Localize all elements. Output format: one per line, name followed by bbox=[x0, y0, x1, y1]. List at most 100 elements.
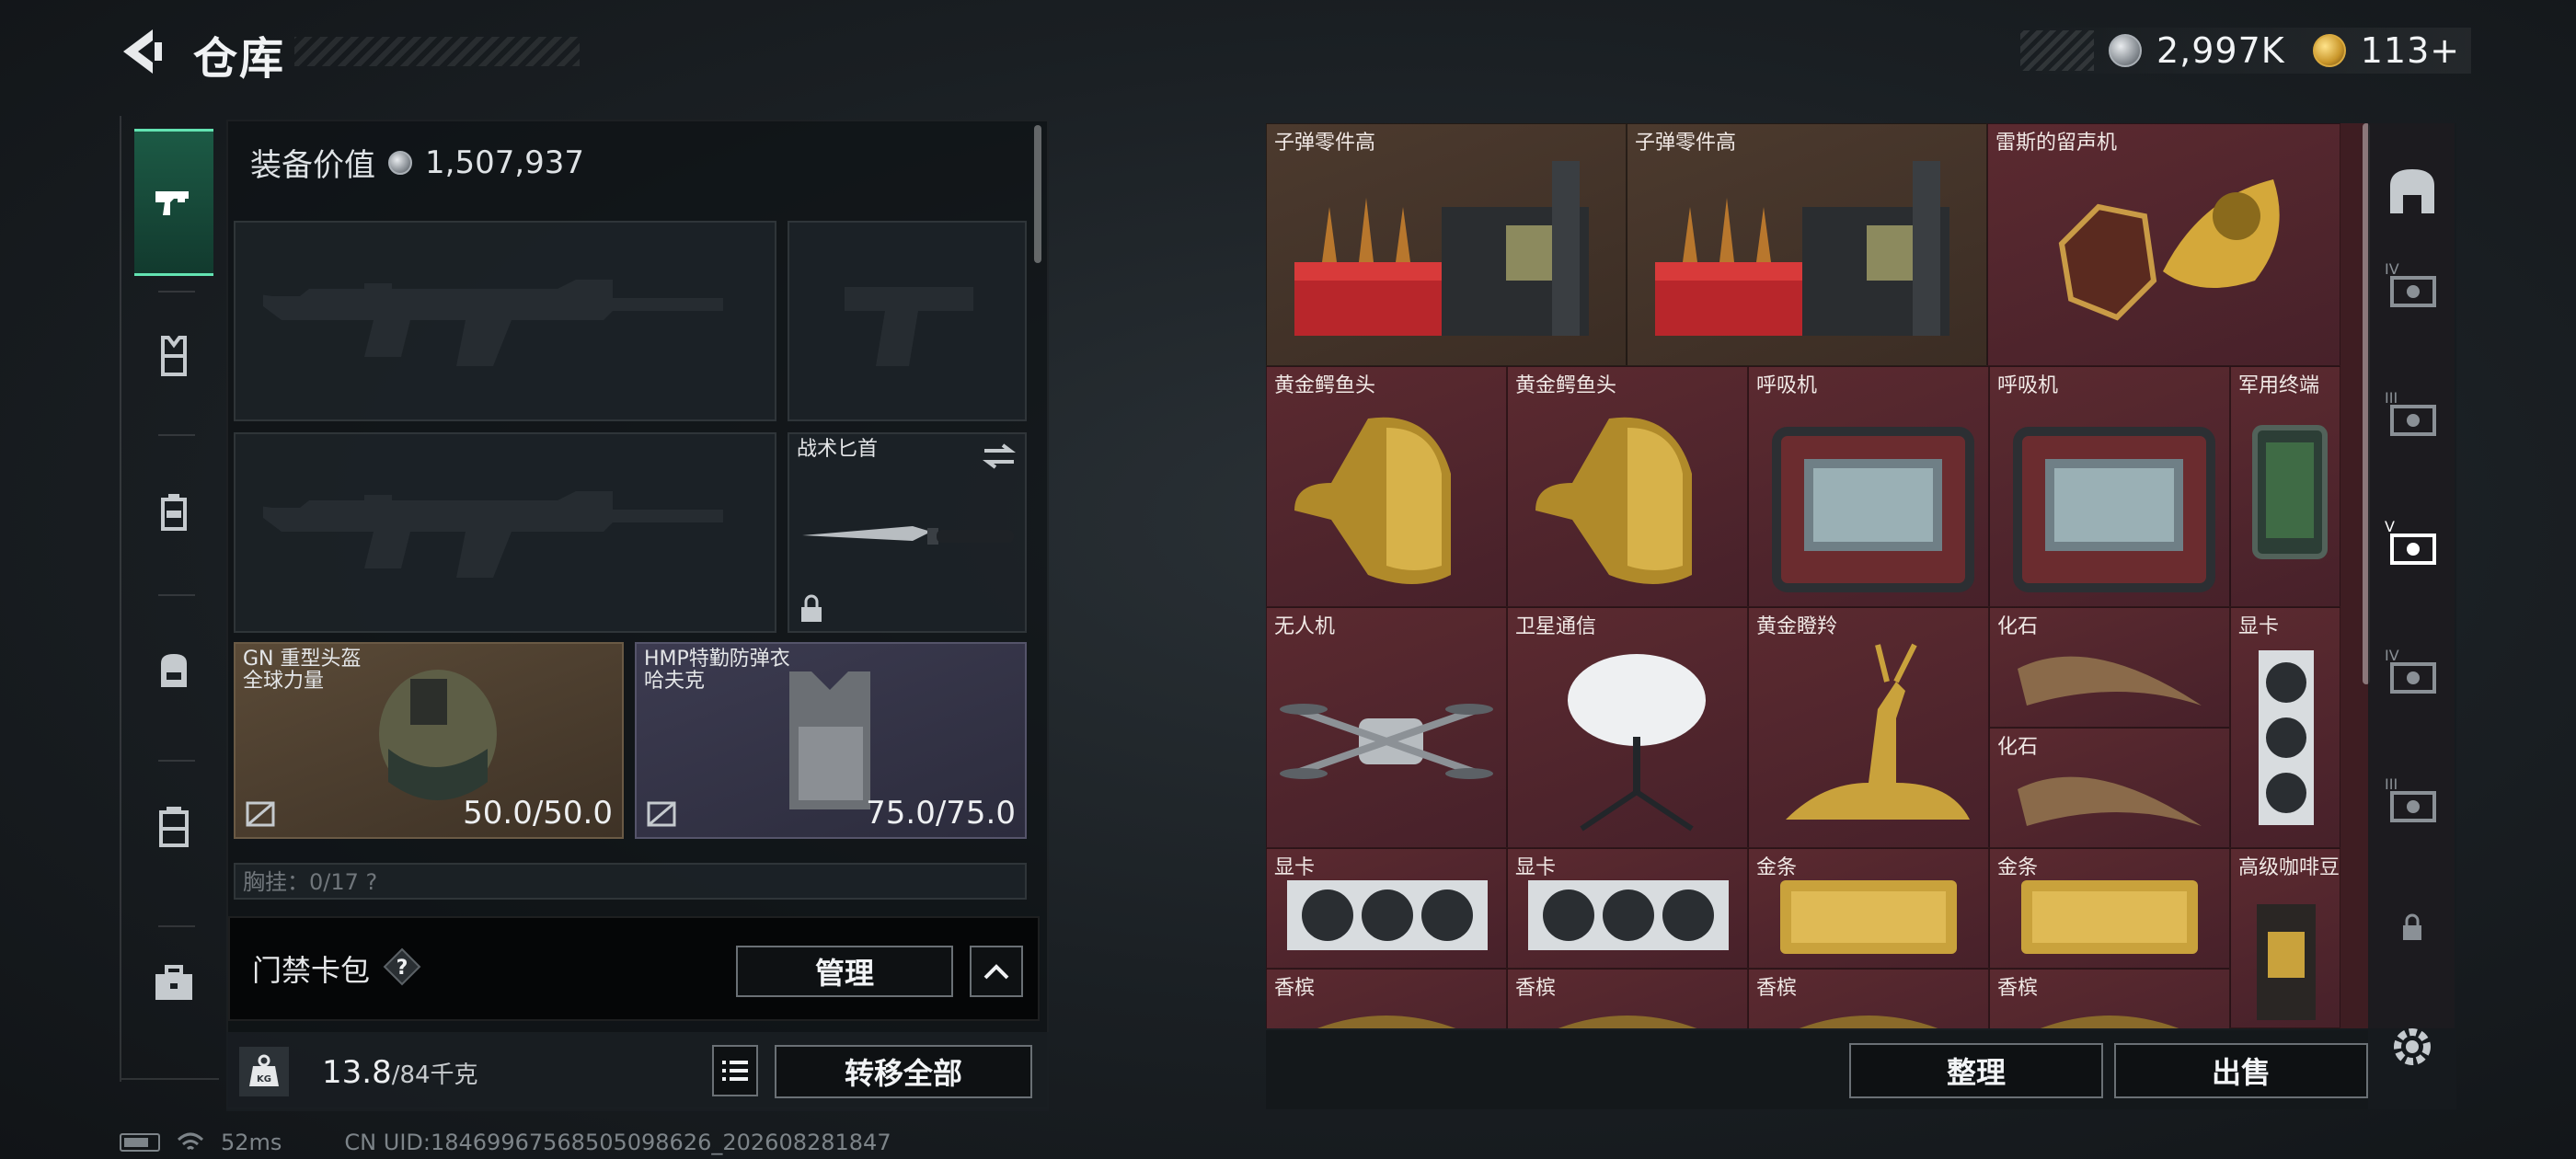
rail-item-case[interactable] bbox=[134, 787, 213, 866]
tab-vault[interactable] bbox=[2383, 162, 2442, 221]
gold-bar-icon bbox=[1780, 880, 1957, 954]
svg-text:III: III bbox=[2385, 389, 2398, 407]
rail-item-armor[interactable] bbox=[134, 316, 213, 396]
primary-weapon-slot[interactable] bbox=[234, 221, 776, 421]
inventory-item[interactable]: 化石 bbox=[1989, 607, 2230, 728]
inventory-item[interactable]: 香槟 bbox=[1748, 969, 1989, 1028]
ammo-crate-icon bbox=[1655, 161, 1949, 336]
rifle-silhouette-icon bbox=[263, 280, 723, 366]
gold-bar-icon bbox=[2021, 880, 2198, 954]
rifle-silhouette-icon bbox=[263, 491, 723, 578]
sell-button[interactable]: 出售 bbox=[2114, 1043, 2368, 1098]
help-icon[interactable]: ? bbox=[383, 947, 421, 986]
manage-button[interactable]: 管理 bbox=[736, 946, 953, 997]
inventory-item[interactable]: 显卡 bbox=[2230, 607, 2340, 848]
inventory-item[interactable]: 高级咖啡豆 bbox=[2230, 848, 2340, 1028]
inventory-item[interactable]: 子弹零件高 bbox=[1266, 123, 1627, 366]
category-rail bbox=[120, 116, 219, 1082]
rail-separator bbox=[158, 291, 195, 293]
gold-currency-value[interactable]: 113+ bbox=[2361, 30, 2460, 71]
rail-separator bbox=[158, 760, 195, 762]
inventory-item[interactable]: 黄金瞪羚 bbox=[1748, 607, 1989, 848]
equipment-value-label: 装备价值 bbox=[250, 147, 375, 184]
title-stripe-decoration bbox=[294, 37, 580, 66]
tab-case-tier-4[interactable]: IV bbox=[2383, 256, 2442, 315]
inventory-item[interactable]: 显卡 bbox=[1266, 848, 1507, 969]
inventory-item[interactable]: 呼吸机 bbox=[1748, 366, 1989, 607]
inventory-item[interactable]: 黄金鳄鱼头 bbox=[1507, 366, 1748, 607]
ventilator-icon bbox=[2013, 427, 2215, 592]
pistol-silhouette-icon bbox=[845, 287, 973, 366]
equipment-scrollbar[interactable] bbox=[1034, 125, 1041, 263]
helmet-slot[interactable]: GN 重型头盔 全球力量 50.0/50.0 bbox=[234, 642, 624, 839]
item-name: 高级咖啡豆 bbox=[2238, 856, 2340, 879]
rail-item-briefcase[interactable] bbox=[134, 944, 213, 1023]
tab-case-tier-5[interactable]: V bbox=[2383, 513, 2442, 572]
item-name: 无人机 bbox=[1274, 615, 1336, 638]
inventory-item[interactable]: 黄金鳄鱼头 bbox=[1266, 366, 1507, 607]
tab-case-tier-3[interactable]: III bbox=[2383, 384, 2442, 443]
secondary-weapon-slot[interactable] bbox=[234, 432, 776, 633]
gold-coin-icon bbox=[2312, 34, 2346, 67]
ventilator-icon bbox=[1772, 427, 1974, 592]
collapse-button[interactable] bbox=[970, 946, 1023, 997]
rig-icon bbox=[161, 494, 187, 531]
inventory-item[interactable]: 无人机 bbox=[1266, 607, 1507, 848]
chest-rig-slot[interactable]: 胸挂：0/17 ? bbox=[234, 863, 1027, 900]
tier-3-case-icon: III bbox=[2385, 389, 2436, 436]
case-icon bbox=[159, 807, 189, 847]
drone-icon bbox=[1280, 704, 1493, 779]
gramophone-icon bbox=[2058, 179, 2280, 321]
tier-3-case-icon: III bbox=[2385, 775, 2436, 822]
melee-slot[interactable]: 战术匕首 bbox=[788, 432, 1027, 633]
inventory-item[interactable]: 军用终端 bbox=[2230, 366, 2340, 607]
inventory-item[interactable]: 显卡 bbox=[1507, 848, 1748, 969]
pistol-slot[interactable] bbox=[788, 221, 1027, 421]
inventory-item[interactable]: 香槟 bbox=[1507, 969, 1748, 1028]
transfer-all-button[interactable]: 转移全部 bbox=[775, 1045, 1032, 1098]
item-name: 黄金鳄鱼头 bbox=[1274, 374, 1376, 397]
uid-text: CN UID:18469967568505098626_202608281847 bbox=[344, 1130, 891, 1155]
silver-coin-icon bbox=[2109, 34, 2142, 67]
satellite-dish-icon bbox=[1568, 654, 1706, 832]
tab-case-tier-3[interactable]: III bbox=[2383, 771, 2442, 830]
swap-icon[interactable] bbox=[981, 442, 1018, 471]
item-name: 显卡 bbox=[2238, 615, 2280, 638]
armor-name: HMP特勤防弹衣 bbox=[644, 648, 790, 671]
inventory-item[interactable]: 呼吸机 bbox=[1989, 366, 2230, 607]
list-view-button[interactable] bbox=[712, 1045, 758, 1096]
rail-item-rig[interactable] bbox=[134, 475, 213, 554]
inventory-item[interactable]: 香槟 bbox=[1989, 969, 2230, 1028]
champagne-icon bbox=[2040, 1016, 2179, 1028]
inventory-item[interactable]: 金条 bbox=[1748, 848, 1989, 969]
sort-button[interactable]: 整理 bbox=[1849, 1043, 2103, 1098]
rail-item-backpack[interactable] bbox=[134, 631, 213, 710]
inventory-grid: 子弹零件高 子弹零件高 雷斯的留声机 黄金鳄鱼头 黄金鳄鱼头 呼吸机 呼吸机 军… bbox=[1266, 123, 2455, 1028]
tab-locked[interactable] bbox=[2396, 911, 2429, 944]
item-name: 呼吸机 bbox=[1997, 374, 2059, 397]
back-icon[interactable] bbox=[116, 26, 167, 77]
inventory-item[interactable]: 雷斯的留声机 bbox=[1987, 123, 2340, 366]
tab-case-tier-4[interactable]: IV bbox=[2383, 642, 2442, 701]
status-line: 52ms CN UID:18469967568505098626_2026082… bbox=[120, 1130, 891, 1155]
vault-icon bbox=[2390, 169, 2434, 213]
inventory-item[interactable]: 金条 bbox=[1989, 848, 2230, 969]
item-name: 军用终端 bbox=[2238, 374, 2320, 397]
backpack-icon bbox=[161, 654, 187, 687]
military-terminal-icon bbox=[2252, 425, 2328, 559]
gear-icon[interactable] bbox=[2386, 1021, 2438, 1073]
inventory-item[interactable]: 卫星通信 bbox=[1507, 607, 1748, 848]
ammo-crate-icon bbox=[1294, 161, 1589, 336]
item-name: 雷斯的留声机 bbox=[1995, 132, 2118, 155]
rail-item-weapons[interactable] bbox=[134, 129, 213, 276]
weight-current: 13.8 bbox=[322, 1054, 392, 1091]
svg-text:IV: IV bbox=[2385, 260, 2399, 278]
champagne-icon bbox=[1317, 1016, 1456, 1028]
inventory-item[interactable]: 香槟 bbox=[1266, 969, 1507, 1028]
tier-4-case-icon: IV bbox=[2385, 260, 2436, 307]
armor-slot[interactable]: HMP特勤防弹衣 哈夫克 75.0/75.0 bbox=[635, 642, 1027, 839]
inventory-item[interactable]: 化石 bbox=[1989, 728, 2230, 848]
fossil-claw-icon bbox=[2018, 776, 2202, 826]
inventory-item[interactable]: 子弹零件高 bbox=[1627, 123, 1987, 366]
silver-currency-value: 2,997K bbox=[2156, 30, 2285, 71]
